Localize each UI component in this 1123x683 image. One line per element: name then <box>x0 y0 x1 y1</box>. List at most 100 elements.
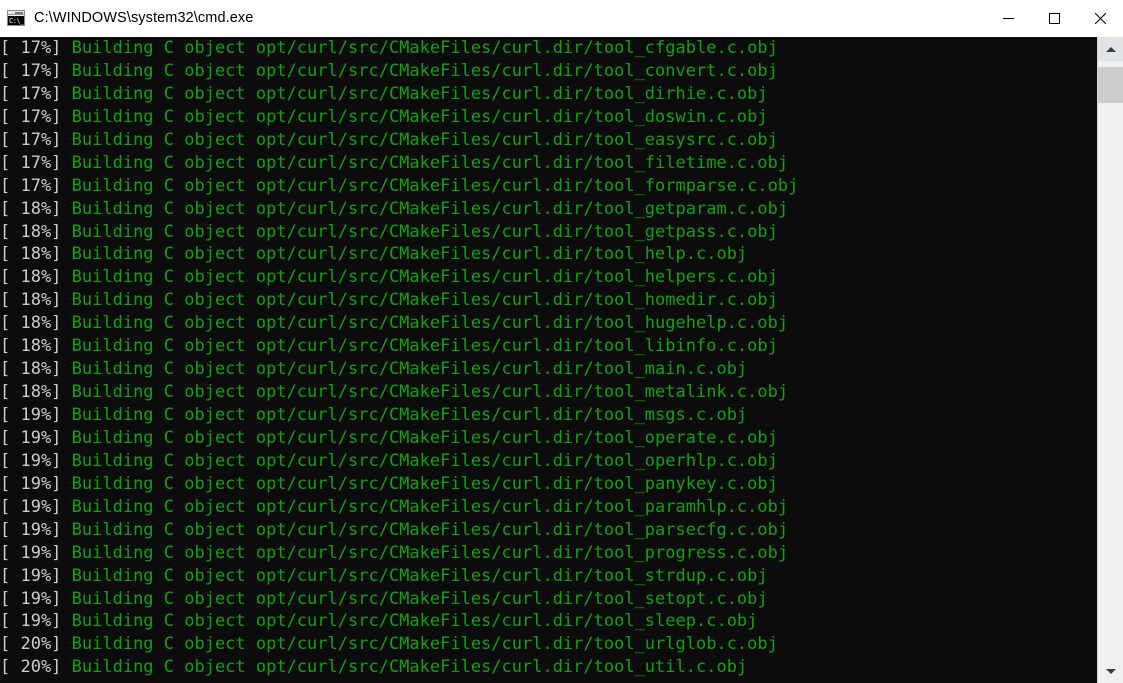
title-bar-left: C:\_ C:\WINDOWS\system32\cmd.exe <box>0 0 985 36</box>
console-line: [ 17%] Building C object opt/curl/src/CM… <box>0 106 1097 129</box>
build-progress-percent: [ 19%] <box>0 565 62 586</box>
console-line: [ 19%] Building C object opt/curl/src/CM… <box>0 473 1097 496</box>
build-message: Building C object opt/curl/src/CMakeFile… <box>61 588 768 609</box>
build-progress-percent: [ 19%] <box>0 519 62 540</box>
build-message: Building C object opt/curl/src/CMakeFile… <box>61 519 789 540</box>
build-progress-percent: [ 18%] <box>0 221 62 242</box>
build-message: Building C object opt/curl/src/CMakeFile… <box>61 611 758 632</box>
build-message: Building C object opt/curl/src/CMakeFile… <box>61 336 778 357</box>
build-message: Building C object opt/curl/src/CMakeFile… <box>61 359 748 380</box>
console-line: [ 17%] Building C object opt/curl/src/CM… <box>0 60 1097 83</box>
title-bar[interactable]: C:\_ C:\WINDOWS\system32\cmd.exe <box>0 0 1123 37</box>
console-line: [ 19%] Building C object opt/curl/src/CM… <box>0 450 1097 473</box>
cmd-window: C:\_ C:\WINDOWS\system32\cmd.exe [17%] … <box>0 0 1123 683</box>
build-progress-percent: [ 17%] <box>0 106 62 127</box>
build-message: Building C object opt/curl/src/CMakeFile… <box>61 542 789 563</box>
scrollbar-thumb[interactable] <box>1098 67 1123 103</box>
build-message: Building C object opt/curl/src/CMakeFile… <box>61 565 768 586</box>
chevron-up-icon <box>1105 46 1116 52</box>
console-line: [ 18%] Building C object opt/curl/src/CM… <box>0 381 1097 404</box>
build-message: Building C object opt/curl/src/CMakeFile… <box>61 290 778 311</box>
console-line: [ 18%] Building C object opt/curl/src/CM… <box>0 198 1097 221</box>
build-progress-percent: [ 17%] <box>0 60 62 81</box>
build-message: Building C object opt/curl/src/CMakeFile… <box>61 175 799 196</box>
console-line: [ 17%] Building C object opt/curl/src/CM… <box>0 83 1097 106</box>
console-line: [ 19%] Building C object opt/curl/src/CM… <box>0 588 1097 611</box>
scroll-up-button[interactable] <box>1098 37 1123 61</box>
build-progress-percent: [ 19%] <box>0 473 62 494</box>
build-progress-percent: [ 18%] <box>0 336 62 357</box>
build-progress-percent: [ 18%] <box>0 359 62 380</box>
build-message: Building C object opt/curl/src/CMakeFile… <box>61 106 768 127</box>
build-message: Building C object opt/curl/src/CMakeFile… <box>61 657 748 678</box>
console-line: [ 19%] Building C object opt/curl/src/CM… <box>0 496 1097 519</box>
console-output[interactable]: [ 17%] Building C object opt/curl/src/CM… <box>0 37 1097 683</box>
build-progress-percent: [ 17%] <box>0 83 62 104</box>
build-progress-percent: [ 18%] <box>0 267 62 288</box>
build-message: Building C object opt/curl/src/CMakeFile… <box>61 129 778 150</box>
build-progress-percent: [ 18%] <box>0 198 62 219</box>
close-button[interactable] <box>1077 0 1123 37</box>
cmd-icon-titlebar <box>8 11 24 15</box>
console-line: [ 19%] Building C object opt/curl/src/CM… <box>0 542 1097 565</box>
console-line: [ 17%] Building C object opt/curl/src/CM… <box>0 37 1097 60</box>
build-progress-percent: [ 19%] <box>0 496 62 517</box>
minimize-icon <box>1002 18 1014 19</box>
console-line: [ 19%] Building C object opt/curl/src/CM… <box>0 519 1097 542</box>
build-progress-percent: [ 19%] <box>0 542 62 563</box>
console-line: [ 17%] Building C object opt/curl/src/CM… <box>0 152 1097 175</box>
console-line: [ 18%] Building C object opt/curl/src/CM… <box>0 221 1097 244</box>
scroll-down-button[interactable] <box>1098 659 1123 683</box>
build-progress-percent: [ 19%] <box>0 427 62 448</box>
build-progress-percent: [ 19%] <box>0 405 62 425</box>
console-line: [ 18%] Building C object opt/curl/src/CM… <box>0 243 1097 266</box>
build-progress-percent: [ 19%] <box>0 588 62 609</box>
build-message: Building C object opt/curl/src/CMakeFile… <box>61 496 789 517</box>
build-message: Building C object opt/curl/src/CMakeFile… <box>61 152 789 173</box>
build-message: Building C object opt/curl/src/CMakeFile… <box>61 634 778 655</box>
build-message: Building C object opt/curl/src/CMakeFile… <box>61 221 778 242</box>
build-message: Building C object opt/curl/src/CMakeFile… <box>61 198 789 219</box>
build-progress-percent: [ 18%] <box>0 313 62 334</box>
build-progress-percent: [ 17%] <box>0 38 62 58</box>
scrollbar-track[interactable] <box>1098 61 1123 659</box>
console-line: [ 19%] Building C object opt/curl/src/CM… <box>0 610 1097 633</box>
window-title: C:\WINDOWS\system32\cmd.exe <box>34 9 254 26</box>
build-progress-percent: [ 17%] <box>0 152 62 173</box>
window-controls <box>985 0 1123 37</box>
build-message: Building C object opt/curl/src/CMakeFile… <box>61 405 748 425</box>
maximize-button[interactable] <box>1031 0 1077 37</box>
console-line: [ 18%] Building C object opt/curl/src/CM… <box>0 266 1097 289</box>
console-line: [ 18%] Building C object opt/curl/src/CM… <box>0 289 1097 312</box>
build-message: Building C object opt/curl/src/CMakeFile… <box>61 244 748 265</box>
build-progress-percent: [ 17%] <box>0 175 62 196</box>
build-message: Building C object opt/curl/src/CMakeFile… <box>61 83 768 104</box>
build-message: Building C object opt/curl/src/CMakeFile… <box>61 473 778 494</box>
build-progress-percent: [ 18%] <box>0 290 62 311</box>
console-line: [ 18%] Building C object opt/curl/src/CM… <box>0 335 1097 358</box>
console-line: [ 20%] Building C object opt/curl/src/CM… <box>0 656 1097 679</box>
build-message: Building C object opt/curl/src/CMakeFile… <box>61 60 778 81</box>
console-line: [ 19%] Building C object opt/curl/src/CM… <box>0 427 1097 450</box>
build-progress-percent: [ 20%] <box>0 634 62 655</box>
console-line: [ 17%] Building C object opt/curl/src/CM… <box>0 175 1097 198</box>
build-progress-percent: [ 17%] <box>0 129 62 150</box>
cmd-icon-prompt: C:\_ <box>8 16 24 25</box>
console-line: [ 19%] Building C object opt/curl/src/CM… <box>0 404 1097 427</box>
build-message: Building C object opt/curl/src/CMakeFile… <box>61 38 778 58</box>
console-line: [ 19%] Building C object opt/curl/src/CM… <box>0 565 1097 588</box>
maximize-icon <box>1048 13 1060 24</box>
build-progress-percent: [ 20%] <box>0 657 62 678</box>
build-progress-percent: [ 18%] <box>0 382 62 403</box>
console-line: [ 17%] Building C object opt/curl/src/CM… <box>0 129 1097 152</box>
chevron-down-icon <box>1105 668 1116 674</box>
console-line: [ 18%] Building C object opt/curl/src/CM… <box>0 358 1097 381</box>
build-message: Building C object opt/curl/src/CMakeFile… <box>61 313 789 334</box>
console-scrollbar[interactable] <box>1097 37 1123 683</box>
build-message: Building C object opt/curl/src/CMakeFile… <box>61 382 789 403</box>
close-icon <box>1094 13 1106 24</box>
console-line: [ 18%] Building C object opt/curl/src/CM… <box>0 312 1097 335</box>
build-message: Building C object opt/curl/src/CMakeFile… <box>61 267 778 288</box>
build-progress-percent: [ 18%] <box>0 244 62 265</box>
minimize-button[interactable] <box>985 0 1031 37</box>
